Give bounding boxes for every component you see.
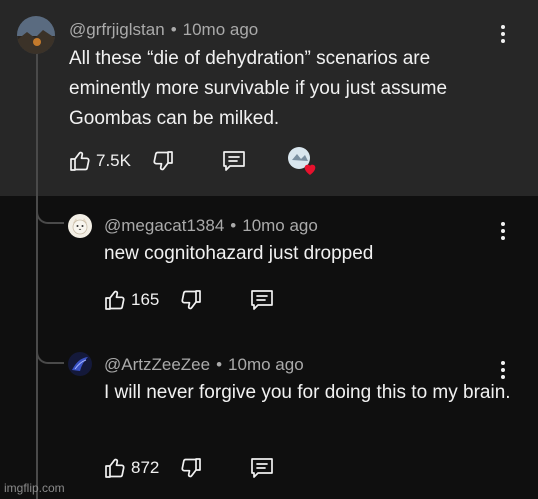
like-count: 872 xyxy=(131,458,160,477)
reply-icon[interactable] xyxy=(221,148,247,174)
comment-handle[interactable]: @ArtzZeeZee xyxy=(104,355,210,374)
action-bar: 165 xyxy=(103,285,275,315)
thread-line xyxy=(36,52,38,499)
like-icon[interactable] xyxy=(68,149,92,173)
avatar[interactable] xyxy=(17,16,55,54)
comment-meta: @ArtzZeeZee • 10mo ago xyxy=(104,355,304,375)
like-count: 165 xyxy=(131,290,160,309)
comment-text: All these “die of dehydration” scenarios… xyxy=(69,48,448,129)
reply-icon[interactable] xyxy=(249,455,275,481)
avatar-image xyxy=(17,16,55,54)
comment-time[interactable]: 10mo ago xyxy=(228,355,304,374)
meta-separator: • xyxy=(170,20,177,39)
avatar[interactable] xyxy=(68,214,92,238)
creator-heart-icon xyxy=(304,164,316,175)
avatar-image xyxy=(68,214,92,238)
dislike-icon[interactable] xyxy=(179,456,203,480)
meta-separator: • xyxy=(216,355,223,374)
comment-time[interactable]: 10mo ago xyxy=(183,20,259,39)
comment-text: new cognitohazard just dropped xyxy=(104,243,374,264)
avatar[interactable] xyxy=(68,352,92,376)
avatar-image xyxy=(68,352,92,376)
comment-meta: @megacat1384 • 10mo ago xyxy=(104,216,318,236)
watermark: imgflip.com xyxy=(4,481,65,495)
thread-elbow xyxy=(36,198,64,224)
thread-elbow xyxy=(36,338,64,364)
comment-text: I will never forgive you for doing this … xyxy=(104,382,511,403)
reply-icon[interactable] xyxy=(249,287,275,313)
comment-meta: @grfrjiglstan • 10mo ago xyxy=(69,20,258,40)
meta-separator: • xyxy=(230,216,237,235)
like-icon[interactable] xyxy=(103,288,127,312)
comment-time[interactable]: 10mo ago xyxy=(242,216,318,235)
more-vert-icon[interactable] xyxy=(498,25,508,45)
action-bar: 7.5K xyxy=(68,146,317,176)
comment-handle[interactable]: @grfrjiglstan xyxy=(69,20,165,39)
like-icon[interactable] xyxy=(103,456,127,480)
dislike-icon[interactable] xyxy=(179,288,203,312)
creator-heart[interactable] xyxy=(287,146,317,176)
action-bar: 872 xyxy=(103,453,275,483)
like-count: 7.5K xyxy=(96,151,131,170)
dislike-icon[interactable] xyxy=(151,149,175,173)
comment-handle[interactable]: @megacat1384 xyxy=(104,216,224,235)
